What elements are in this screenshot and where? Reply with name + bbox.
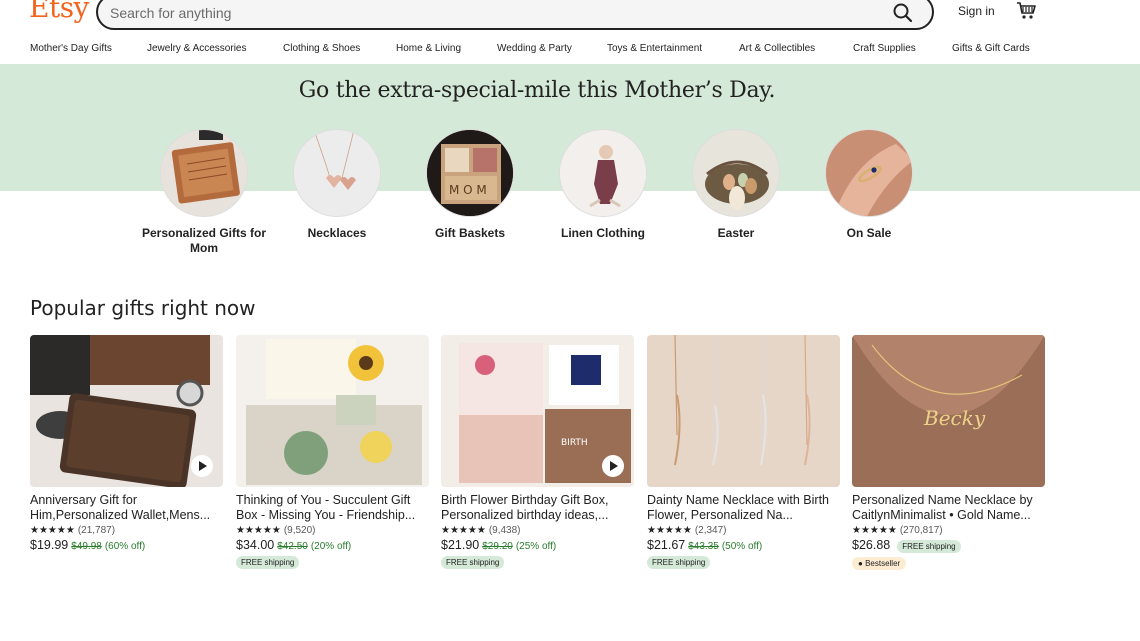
category-gift-baskets[interactable]: M O M Gift Baskets: [404, 129, 536, 241]
product-card[interactable]: Anniversary Gift for Him,Personalized Wa…: [30, 335, 223, 552]
medal-icon: ●: [858, 559, 866, 568]
product-rating: ★★★★★ (2,347): [647, 525, 840, 536]
discount-label: (20% off): [310, 541, 352, 552]
category-label: Linen Clothing: [561, 226, 645, 240]
price-row: $34.00 $42.50 (20% off): [236, 538, 429, 552]
etsy-logo[interactable]: Etsy: [29, 0, 89, 24]
price-row: $21.90 $29.20 (25% off): [441, 538, 634, 552]
discount-label: (50% off): [721, 541, 763, 552]
bestseller-label: Bestseller: [865, 559, 901, 568]
sale-price: $21.90: [441, 538, 480, 552]
category-image: [293, 129, 381, 217]
product-image[interactable]: [647, 335, 840, 487]
play-icon[interactable]: [602, 455, 624, 477]
star-rating-icon: ★★★★★: [236, 525, 281, 536]
price-row: $19.99 $49.98 (60% off): [30, 538, 223, 552]
category-label: Personalized Gifts for Mom: [141, 226, 267, 255]
category-easter[interactable]: Easter: [670, 129, 802, 241]
category-on-sale[interactable]: On Sale: [803, 129, 935, 241]
product-image[interactable]: [236, 335, 429, 487]
category-linen-clothing[interactable]: Linen Clothing: [537, 129, 669, 241]
category-image: [559, 129, 647, 217]
nav-item-gifts-gift-cards[interactable]: Gifts & Gift Cards: [952, 43, 1030, 54]
review-count: (2,347): [694, 525, 727, 536]
category-nav: Mother's Day Gifts Jewelry & Accessories…: [0, 40, 1140, 64]
nav-item-mothers-day-gifts[interactable]: Mother's Day Gifts: [30, 43, 112, 54]
play-icon[interactable]: [191, 455, 213, 477]
product-rating: ★★★★★ (9,438): [441, 525, 634, 536]
original-price: $49.98: [71, 541, 102, 552]
price-row: $26.88 FREE shipping: [852, 538, 1045, 553]
nav-item-wedding-party[interactable]: Wedding & Party: [497, 43, 572, 54]
free-shipping-badge: FREE shipping: [236, 556, 300, 569]
original-price: $42.50: [277, 541, 308, 552]
category-image: M O M: [426, 129, 514, 217]
nav-item-toys-entertainment[interactable]: Toys & Entertainment: [607, 43, 702, 54]
free-shipping-badge: FREE shipping: [441, 556, 505, 569]
product-card[interactable]: Dainty Name Necklace with Birth Flower, …: [647, 335, 840, 570]
free-shipping-badge: FREE shipping: [647, 556, 711, 569]
discount-label: (60% off): [104, 541, 146, 552]
category-necklaces[interactable]: Necklaces: [271, 129, 403, 241]
search-icon[interactable]: [892, 2, 914, 24]
free-shipping-badge: FREE shipping: [897, 540, 961, 553]
category-label: Gift Baskets: [434, 226, 506, 240]
product-image[interactable]: [30, 335, 223, 487]
sale-price: $34.00: [236, 538, 275, 552]
category-image: [692, 129, 780, 217]
price-row: $21.67 $43.35 (50% off): [647, 538, 840, 552]
original-price: $29.20: [482, 541, 513, 552]
product-title[interactable]: Personalized Name Necklace by CaitlynMin…: [852, 493, 1045, 523]
sale-price: $21.67: [647, 538, 686, 552]
star-rating-icon: ★★★★★: [441, 525, 486, 536]
nav-item-clothing-shoes[interactable]: Clothing & Shoes: [283, 43, 360, 54]
search-input[interactable]: [110, 2, 870, 24]
nav-item-home-living[interactable]: Home & Living: [396, 43, 461, 54]
product-title[interactable]: Thinking of You - Succulent Gift Box - M…: [236, 493, 429, 523]
nav-item-jewelry-accessories[interactable]: Jewelry & Accessories: [147, 43, 246, 54]
category-image: [160, 129, 248, 217]
banner-title: Go the extra-special-mile this Mother’s …: [298, 78, 776, 103]
star-rating-icon: ★★★★★: [30, 525, 75, 536]
discount-label: (25% off): [515, 541, 557, 552]
popular-gifts-heading: Popular gifts right now: [30, 296, 256, 320]
category-label: On Sale: [846, 226, 892, 240]
product-rating: ★★★★★ (270,817): [852, 525, 1045, 536]
star-rating-icon: ★★★★★: [852, 525, 897, 536]
nav-item-art-collectibles[interactable]: Art & Collectibles: [739, 43, 815, 54]
site-header: Etsy Sign in: [0, 0, 1140, 32]
product-title[interactable]: Dainty Name Necklace with Birth Flower, …: [647, 493, 840, 523]
product-rating: ★★★★★ (9,520): [236, 525, 429, 536]
product-title[interactable]: Birth Flower Birthday Gift Box, Personal…: [441, 493, 634, 523]
sale-price: $19.99: [30, 538, 69, 552]
category-label: Easter: [717, 226, 755, 240]
category-image: [825, 129, 913, 217]
bestseller-badge: ● Bestseller: [852, 557, 907, 570]
product-card[interactable]: Becky Personalized Name Necklace by Cait…: [852, 335, 1045, 571]
product-image[interactable]: Becky: [852, 335, 1045, 487]
sale-price: $26.88: [852, 538, 891, 552]
star-rating-icon: ★★★★★: [647, 525, 692, 536]
category-personalized-gifts[interactable]: Personalized Gifts for Mom: [138, 129, 270, 256]
product-card[interactable]: Thinking of You - Succulent Gift Box - M…: [236, 335, 429, 570]
svg-text:Becky: Becky: [923, 406, 986, 430]
svg-text:BIRTH: BIRTH: [561, 438, 588, 448]
original-price: $43.35: [688, 541, 719, 552]
review-count: (21,787): [77, 525, 116, 536]
search-bar[interactable]: [96, 0, 934, 30]
nav-item-craft-supplies[interactable]: Craft Supplies: [853, 43, 916, 54]
sign-in-link[interactable]: Sign in: [958, 4, 995, 18]
product-title[interactable]: Anniversary Gift for Him,Personalized Wa…: [30, 493, 223, 523]
review-count: (9,520): [283, 525, 316, 536]
svg-text:M O M: M O M: [449, 183, 487, 197]
cart-icon[interactable]: [1016, 2, 1038, 20]
product-rating: ★★★★★ (21,787): [30, 525, 223, 536]
product-card[interactable]: BIRTH Birth Flower Birthday Gift Box, Pe…: [441, 335, 634, 570]
review-count: (9,438): [488, 525, 521, 536]
product-image[interactable]: BIRTH: [441, 335, 634, 487]
review-count: (270,817): [899, 525, 943, 536]
category-label: Necklaces: [307, 226, 367, 240]
